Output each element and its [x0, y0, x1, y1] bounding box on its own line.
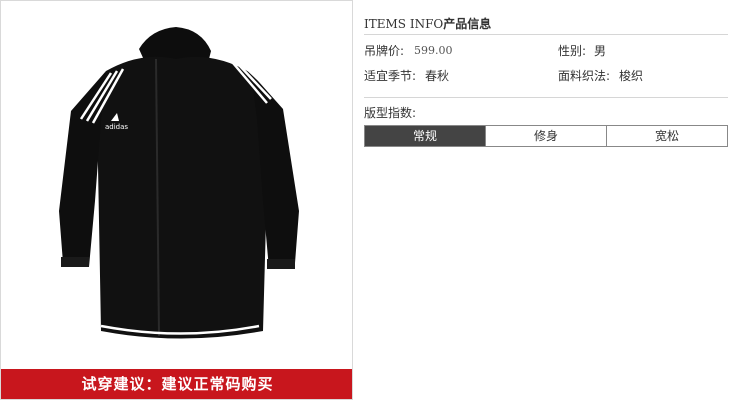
fit-index-label: 版型指数:	[364, 106, 417, 120]
fit-index-selector: 常规 修身 宽松	[364, 125, 728, 147]
product-image-panel: adidas 试穿建议：建议正常码购买	[0, 0, 353, 400]
fabric-value: 梭织	[619, 69, 644, 83]
info-row-price-gender: 吊牌价: 599.00 性别: 男	[364, 41, 728, 61]
section-title: ITEMS INFO产品信息	[364, 14, 728, 34]
brand-logo-text: adidas	[105, 123, 128, 131]
fit-option-slim[interactable]: 修身	[485, 126, 606, 146]
title-divider	[364, 34, 728, 35]
price-value: 599.00	[414, 44, 453, 57]
fabric-label: 面料织法:	[558, 69, 611, 83]
season-value: 春秋	[425, 69, 450, 83]
price-label: 吊牌价:	[364, 44, 405, 58]
gender-label: 性别:	[558, 44, 587, 58]
section-title-cn: 产品信息	[443, 17, 492, 31]
fit-option-regular[interactable]: 常规	[365, 126, 485, 146]
section-title-en: ITEMS INFO	[364, 17, 444, 31]
info-divider	[364, 97, 728, 98]
fit-option-loose[interactable]: 宽松	[606, 126, 727, 146]
fit-recommendation-banner: 试穿建议：建议正常码购买	[1, 369, 352, 399]
info-row-season-fabric: 适宜季节: 春秋 面料织法: 梭织	[364, 66, 728, 86]
season-label: 适宜季节:	[364, 69, 417, 83]
jacket-image: adidas	[59, 27, 299, 339]
gender-value: 男	[594, 44, 607, 58]
